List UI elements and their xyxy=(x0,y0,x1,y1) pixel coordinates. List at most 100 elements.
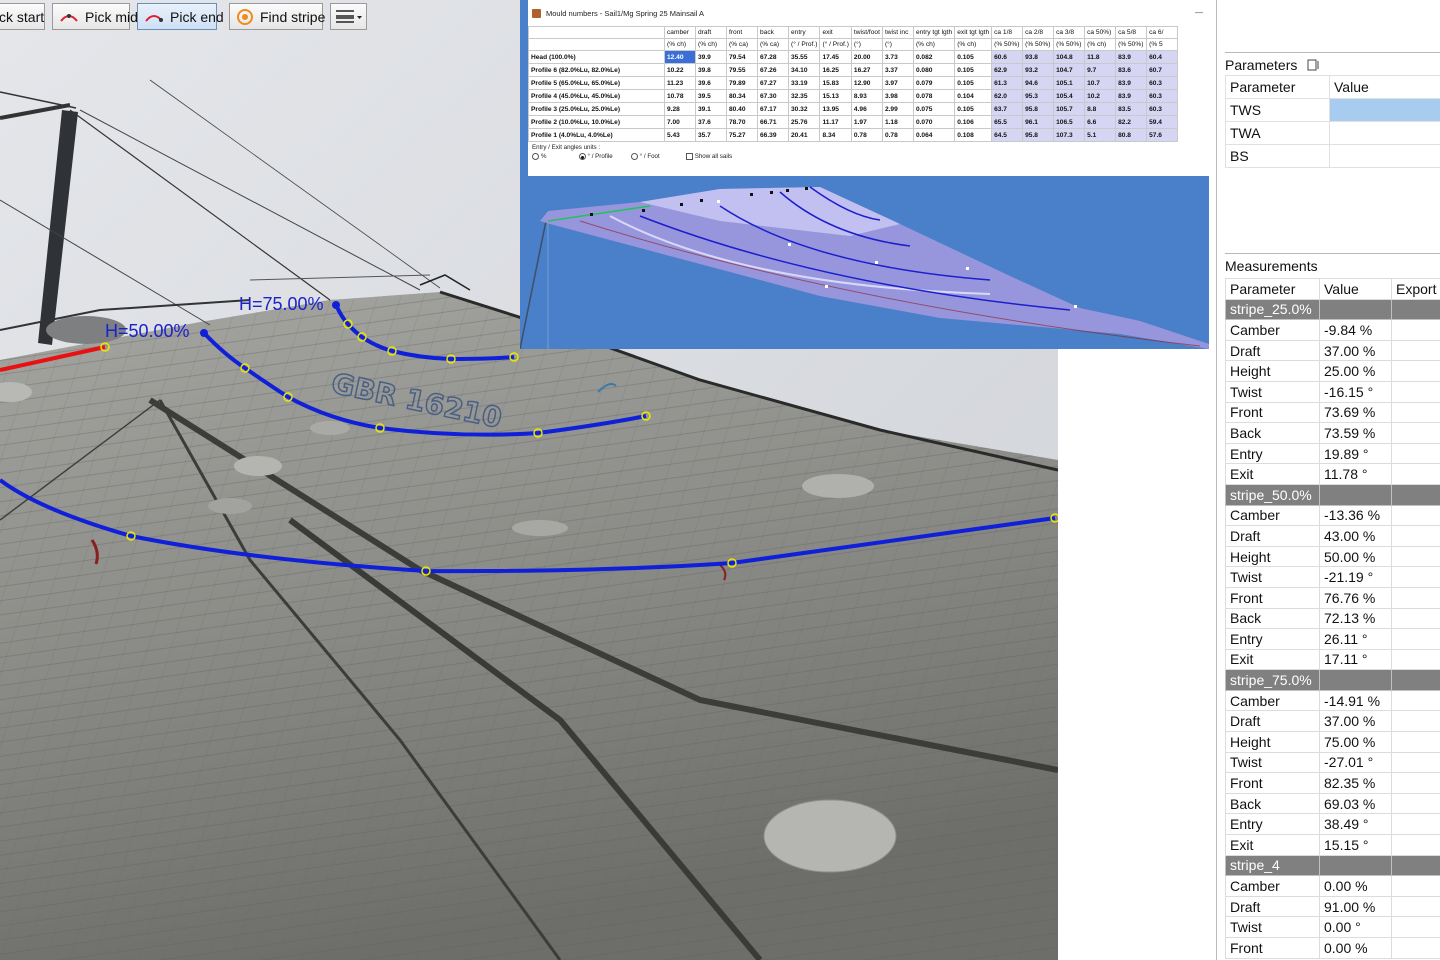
measurement-export-cell[interactable] xyxy=(1391,916,1440,938)
mould-cell[interactable]: 15.83 xyxy=(819,76,852,90)
measurement-export-cell[interactable] xyxy=(1391,937,1440,959)
parameter-value-input[interactable] xyxy=(1329,144,1440,168)
measurement-export-cell[interactable] xyxy=(1391,772,1440,794)
measurement-group-row[interactable]: stripe_25.0% xyxy=(1225,298,1440,321)
mould-cell[interactable]: 1.18 xyxy=(881,115,914,129)
mould-cell[interactable]: 0.075 xyxy=(912,102,956,116)
mould-cell[interactable]: 0.108 xyxy=(954,128,993,142)
unit-option-per-profile[interactable]: ° / Profile xyxy=(578,153,613,160)
mould-cell[interactable]: 39.8 xyxy=(695,63,727,77)
measurement-export-cell[interactable] xyxy=(1391,545,1440,568)
measurement-export-cell[interactable] xyxy=(1391,875,1440,897)
mould-cell[interactable]: 62.0 xyxy=(991,89,1024,103)
measurement-export-cell[interactable] xyxy=(1391,607,1440,630)
mould-cell[interactable]: 8.93 xyxy=(850,89,883,103)
mould-cell[interactable]: 0.064 xyxy=(912,128,956,142)
mould-numbers-window[interactable]: Mould numbers - Sail1/Mg Spring 25 Mains… xyxy=(520,0,1209,349)
measurement-group-row[interactable]: stripe_4 xyxy=(1225,854,1440,877)
mould-cell[interactable]: 79.89 xyxy=(726,76,758,90)
mould-cell[interactable]: 93.8 xyxy=(1022,50,1055,64)
stripe-50-start-point[interactable] xyxy=(200,329,208,337)
mould-cell[interactable]: 60.3 xyxy=(1146,102,1179,116)
mould-cell[interactable]: 61.3 xyxy=(991,76,1024,90)
mould-cell[interactable]: 11.17 xyxy=(819,115,852,129)
pick-end-button[interactable]: Pick end xyxy=(137,3,224,30)
mould-cell[interactable]: 39.1 xyxy=(695,102,727,116)
mould-cell[interactable]: 0.105 xyxy=(954,50,993,64)
mould-cell[interactable]: 105.4 xyxy=(1053,89,1086,103)
mould-cell[interactable]: 9.7 xyxy=(1084,63,1117,77)
mould-cell[interactable]: 0.78 xyxy=(881,128,914,142)
mould-cell[interactable]: 35.55 xyxy=(787,50,821,64)
mould-cell[interactable]: 30.32 xyxy=(787,102,821,116)
mould-cell[interactable]: 106.5 xyxy=(1053,115,1086,129)
unit-option-per-foot[interactable]: ° / Foot xyxy=(630,153,660,160)
mould-cell[interactable]: 83.9 xyxy=(1115,89,1148,103)
measurement-export-cell[interactable] xyxy=(1391,319,1440,341)
measurement-export-cell[interactable] xyxy=(1391,792,1440,815)
mould-cell[interactable]: 20.41 xyxy=(787,128,821,142)
mould-cell[interactable]: 11.23 xyxy=(664,76,696,90)
mould-cell[interactable]: 12.40 xyxy=(664,50,696,64)
measurement-export-cell[interactable] xyxy=(1391,422,1440,444)
measurement-export-cell[interactable] xyxy=(1391,628,1440,650)
mould-cell[interactable]: 0.080 xyxy=(912,63,956,77)
pick-start-button[interactable]: ck start xyxy=(0,3,45,30)
mould-cell[interactable]: 105.1 xyxy=(1053,76,1086,90)
mould-cell[interactable]: 32.35 xyxy=(787,89,821,103)
mould-cell[interactable]: 4.96 xyxy=(850,102,883,116)
mould-cell[interactable]: 39.6 xyxy=(695,76,727,90)
parameter-value-input[interactable] xyxy=(1329,98,1440,122)
mould-cell[interactable]: 64.5 xyxy=(991,128,1024,142)
mould-cell[interactable]: 60.4 xyxy=(1146,50,1179,64)
measurement-group-row[interactable]: stripe_50.0% xyxy=(1225,483,1440,506)
mould-cell[interactable]: 8.8 xyxy=(1084,102,1117,116)
mould-cell[interactable]: 0.079 xyxy=(912,76,956,90)
measurement-export-cell[interactable] xyxy=(1391,463,1440,485)
mould-cell[interactable]: 0.105 xyxy=(954,76,993,90)
minimize-button[interactable]: — xyxy=(1195,8,1203,17)
mould-cell[interactable]: 10.22 xyxy=(664,63,696,77)
mould-cell[interactable]: 17.45 xyxy=(819,50,852,64)
mould-cell[interactable]: 25.76 xyxy=(787,115,821,129)
mould-cell[interactable]: 0.105 xyxy=(954,63,993,77)
mould-cell[interactable]: 39.9 xyxy=(695,50,727,64)
measurement-export-cell[interactable] xyxy=(1391,380,1440,403)
mould-cell[interactable]: 67.28 xyxy=(757,50,789,64)
mould-cell[interactable]: 0.082 xyxy=(912,50,956,64)
mould-cell[interactable]: 3.73 xyxy=(881,50,914,64)
mould-cell[interactable]: 107.3 xyxy=(1053,128,1086,142)
pick-mid-button[interactable]: Pick mid xyxy=(52,3,138,30)
mould-cell[interactable]: 20.00 xyxy=(850,50,883,64)
mould-cell[interactable]: 0.78 xyxy=(850,128,883,142)
mould-cell[interactable]: 78.70 xyxy=(726,115,758,129)
mould-cell[interactable]: 16.27 xyxy=(850,63,883,77)
mould-cell[interactable]: 0.078 xyxy=(912,89,956,103)
mould-cell[interactable]: 66.39 xyxy=(757,128,789,142)
mould-cell[interactable]: 62.9 xyxy=(991,63,1024,77)
unit-option-percent[interactable]: % xyxy=(532,153,547,160)
mould-cell[interactable]: 95.8 xyxy=(1022,128,1055,142)
measurement-export-cell[interactable] xyxy=(1391,689,1440,712)
mould-cell[interactable]: 79.54 xyxy=(726,50,758,64)
mould-cell[interactable]: 0.106 xyxy=(954,115,993,129)
measurement-export-cell[interactable] xyxy=(1391,360,1440,382)
mould-cell[interactable]: 67.27 xyxy=(757,76,789,90)
measurement-export-cell[interactable] xyxy=(1391,731,1440,753)
mould-cell[interactable]: 59.4 xyxy=(1146,115,1179,129)
parameter-value-input[interactable] xyxy=(1329,121,1440,145)
mould-cell[interactable]: 83.9 xyxy=(1115,50,1148,64)
measurement-group-row[interactable]: stripe_75.0% xyxy=(1225,669,1440,691)
mould-cell[interactable]: 80.34 xyxy=(726,89,758,103)
stripe-75-start-point[interactable] xyxy=(332,301,340,309)
mould-cell[interactable]: 10.2 xyxy=(1084,89,1117,103)
show-all-sails-checkbox[interactable]: Show all sails xyxy=(685,153,732,160)
mould-cell[interactable]: 3.97 xyxy=(881,76,914,90)
line-style-dropdown[interactable] xyxy=(330,3,367,30)
mould-cell[interactable]: 67.26 xyxy=(757,63,789,77)
mould-cell[interactable]: 105.7 xyxy=(1053,102,1086,116)
mould-cell[interactable]: 67.30 xyxy=(757,89,789,103)
mould-cell[interactable]: 83.6 xyxy=(1115,63,1148,77)
mould-cell[interactable]: 3.37 xyxy=(881,63,914,77)
mould-cell[interactable]: 63.7 xyxy=(991,102,1024,116)
